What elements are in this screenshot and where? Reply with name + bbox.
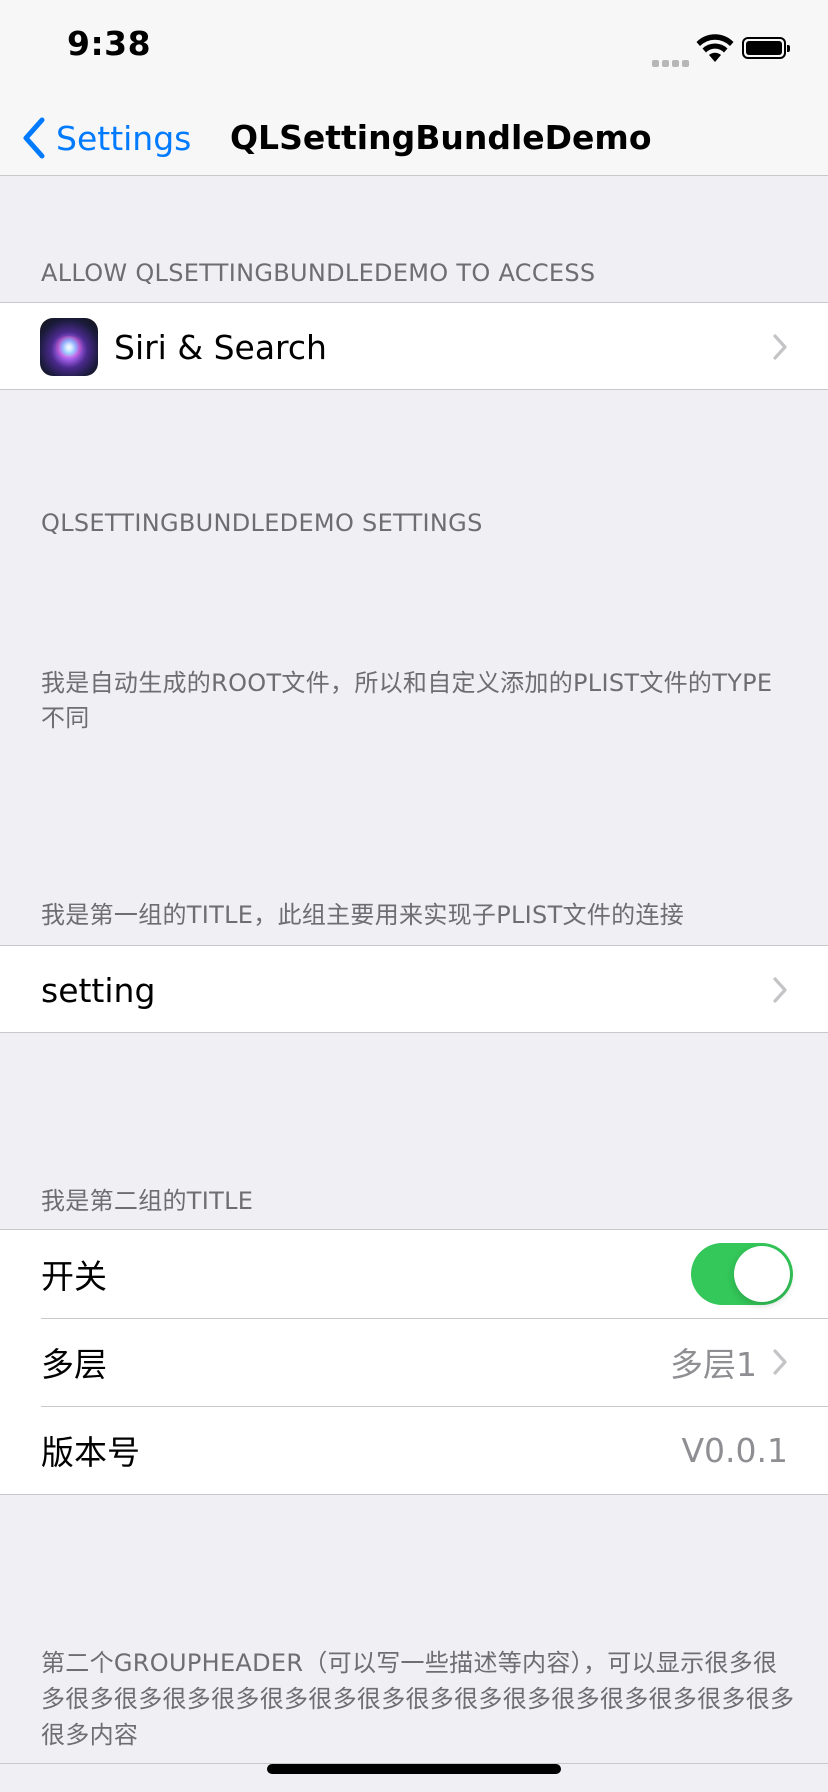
- access-group: Siri & Search: [0, 302, 828, 390]
- root-note: 我是自动生成的ROOT文件，所以和自定义添加的PLIST文件的TYPE不同: [41, 669, 773, 732]
- siri-icon: [40, 318, 98, 376]
- siri-search-row[interactable]: Siri & Search: [0, 303, 828, 391]
- siri-search-label: Siri & Search: [114, 327, 327, 367]
- switch-toggle[interactable]: [691, 1243, 793, 1305]
- cellular-signal-icon: [652, 52, 692, 67]
- switch-row: 开关: [0, 1230, 828, 1318]
- group2: 开关 多层 多层1 版本号 V0.0.1: [0, 1229, 828, 1495]
- setting-row[interactable]: setting: [0, 946, 828, 1034]
- settings-section-header: QLSETTINGBUNDLEDEMO SETTINGS: [41, 509, 483, 537]
- chevron-left-icon: [23, 117, 45, 159]
- toggle-knob: [734, 1246, 790, 1302]
- chevron-right-icon: [773, 1349, 787, 1375]
- navigation-bar: Settings QLSettingBundleDemo: [0, 100, 828, 176]
- status-time: 9:38: [67, 24, 152, 63]
- wifi-icon: [696, 34, 734, 62]
- back-button[interactable]: Settings: [22, 100, 191, 176]
- group2-title: 我是第二组的TITLE: [41, 1187, 254, 1215]
- access-section-header: ALLOW QLSETTINGBUNDLEDEMO TO ACCESS: [41, 259, 596, 287]
- chevron-right-icon: [773, 334, 787, 360]
- group1: setting: [0, 945, 828, 1033]
- status-bar: 9:38: [0, 0, 828, 100]
- version-row: 版本号 V0.0.1: [0, 1406, 828, 1494]
- multi-level-row-label: 多层: [41, 1345, 107, 1384]
- switch-row-label: 开关: [41, 1257, 107, 1296]
- multi-level-value: 多层1: [670, 1345, 757, 1384]
- chevron-right-icon: [773, 977, 787, 1003]
- group1-title: 我是第一组的TITLE，此组主要用来实现子PLIST文件的连接: [41, 901, 685, 929]
- page-title: QLSettingBundleDemo: [230, 118, 652, 157]
- version-row-label: 版本号: [41, 1433, 140, 1472]
- back-button-label: Settings: [56, 118, 192, 158]
- home-indicator[interactable]: [267, 1764, 561, 1774]
- multi-level-row[interactable]: 多层 多层1: [0, 1318, 828, 1406]
- version-value: V0.0.1: [681, 1430, 788, 1470]
- group2-footer: 第二个GROUPHEADER（可以写一些描述等内容），可以显示很多很多很多很多很…: [41, 1649, 795, 1749]
- setting-row-label: setting: [41, 970, 156, 1010]
- battery-icon: [742, 37, 790, 59]
